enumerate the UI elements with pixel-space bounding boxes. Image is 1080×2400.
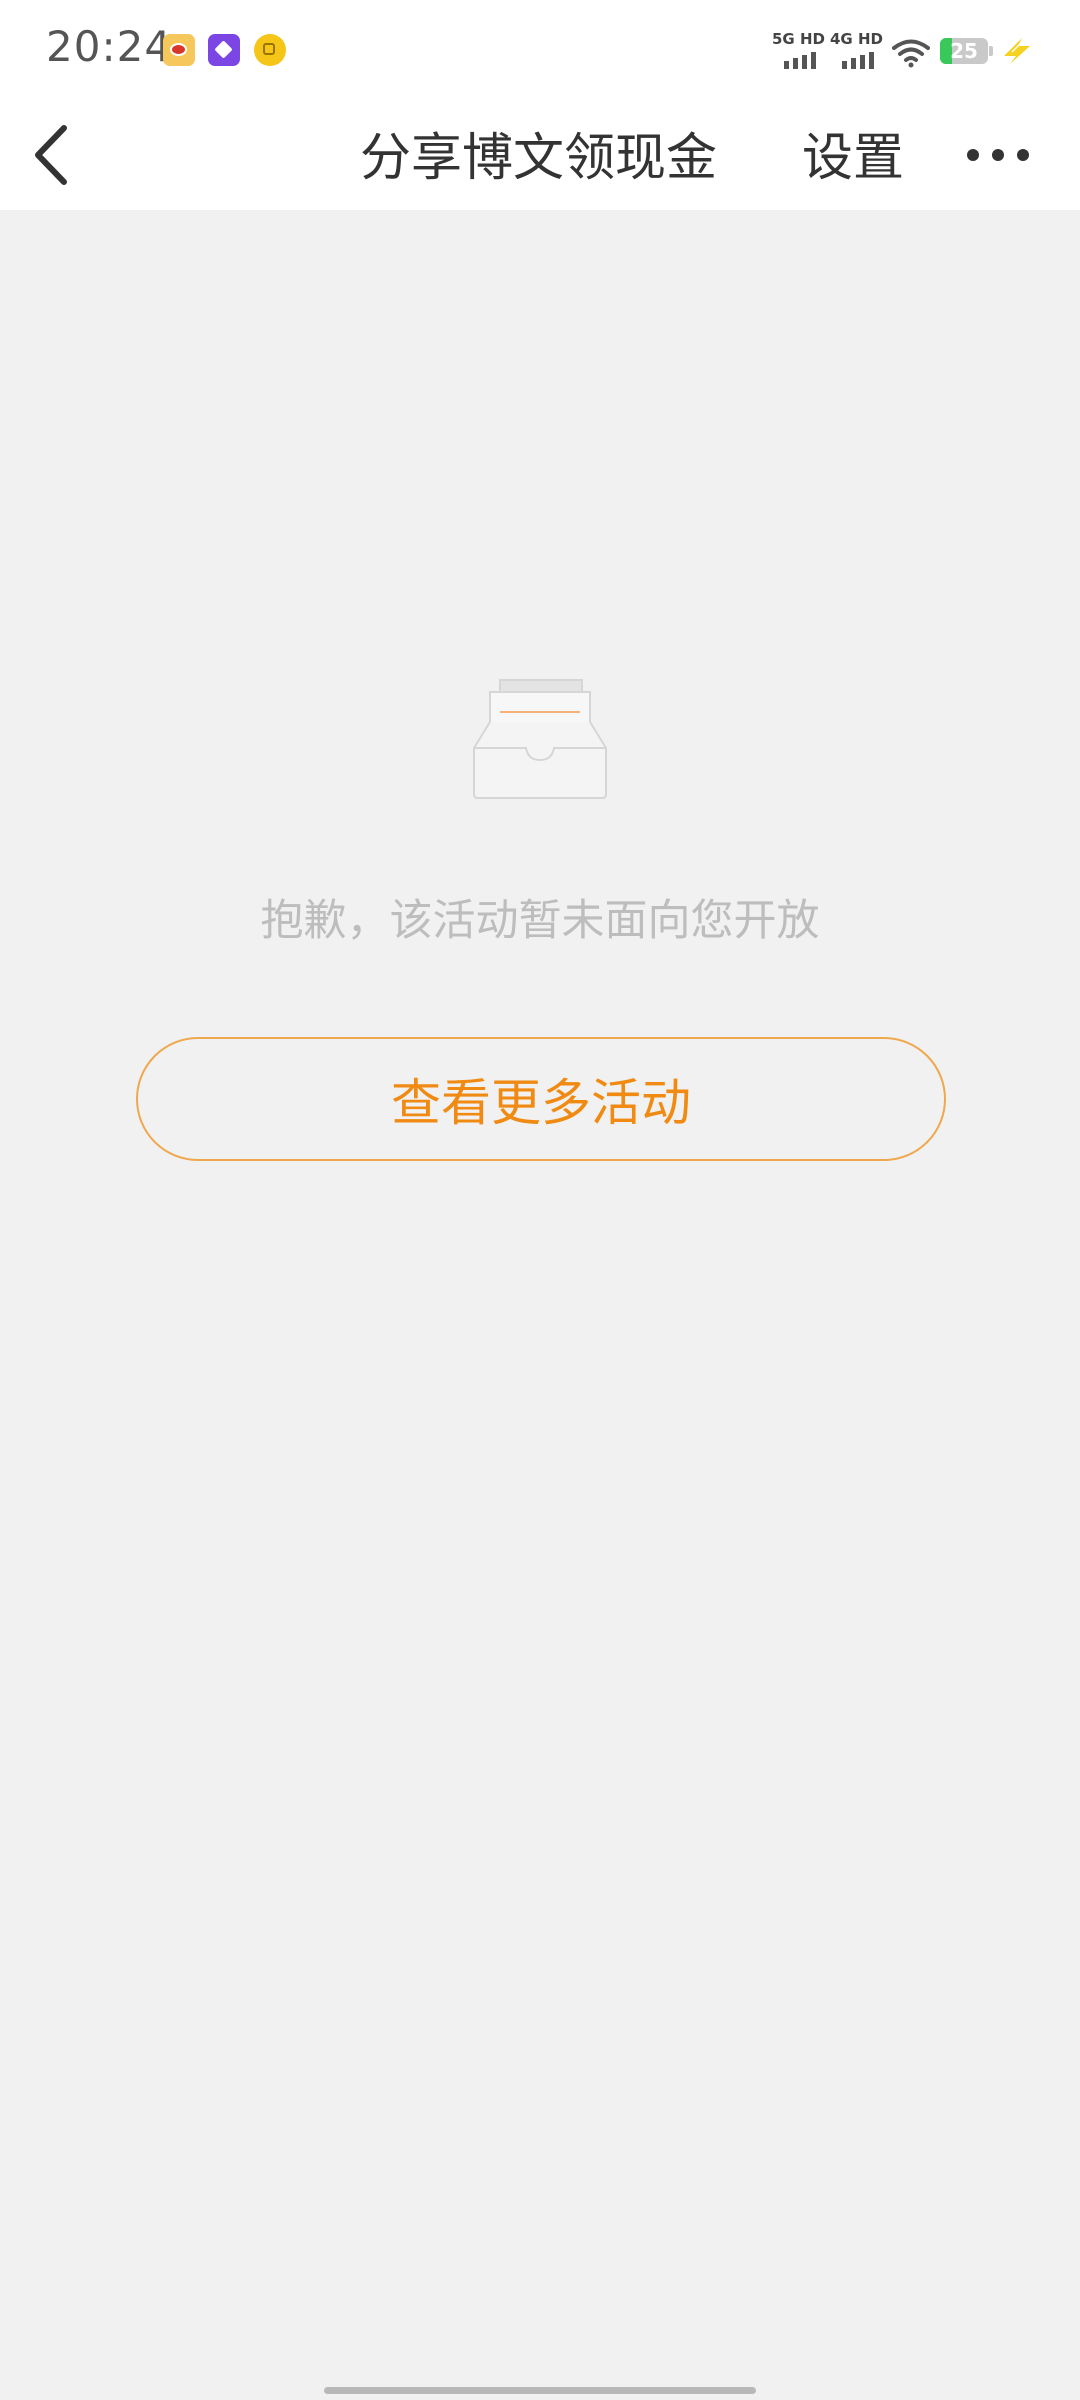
weibo-notification-icon <box>163 34 195 66</box>
wifi-icon <box>892 39 930 68</box>
purple-app-notification-icon <box>208 34 240 66</box>
more-activities-button[interactable]: 查看更多活动 <box>136 1037 946 1161</box>
charging-bolt-icon <box>1004 38 1030 64</box>
signal-5g-label: 5G HD <box>772 30 825 48</box>
status-time: 20:24 <box>46 22 173 71</box>
settings-button[interactable]: 设置 <box>802 116 904 190</box>
back-arrow-icon[interactable] <box>28 118 98 192</box>
more-options-icon[interactable] <box>958 130 1038 180</box>
signal-4g-label: 4G HD <box>830 30 883 48</box>
navigation-bar: 分享博文领现金 设置 <box>0 100 1080 210</box>
signal-bars-icon <box>784 52 816 69</box>
status-bar: 20:24 5G HD 4G HD 25 <box>0 0 1080 100</box>
yellow-app-notification-icon <box>254 34 286 66</box>
empty-tray-icon <box>473 679 607 799</box>
battery-icon: 25 <box>940 38 988 64</box>
home-indicator[interactable] <box>324 2387 756 2394</box>
more-activities-label: 查看更多活动 <box>391 1074 691 1132</box>
battery-cap <box>989 46 993 56</box>
signal-bars-icon <box>842 52 874 69</box>
empty-state-message: 抱歉，该活动暂未面向您开放 <box>260 896 820 946</box>
signal-5g-indicator: 5G HD <box>772 30 832 70</box>
battery-level-label: 25 <box>950 39 978 63</box>
page-title: 分享博文领现金 <box>360 129 718 188</box>
signal-4g-indicator: 4G HD <box>830 30 890 70</box>
